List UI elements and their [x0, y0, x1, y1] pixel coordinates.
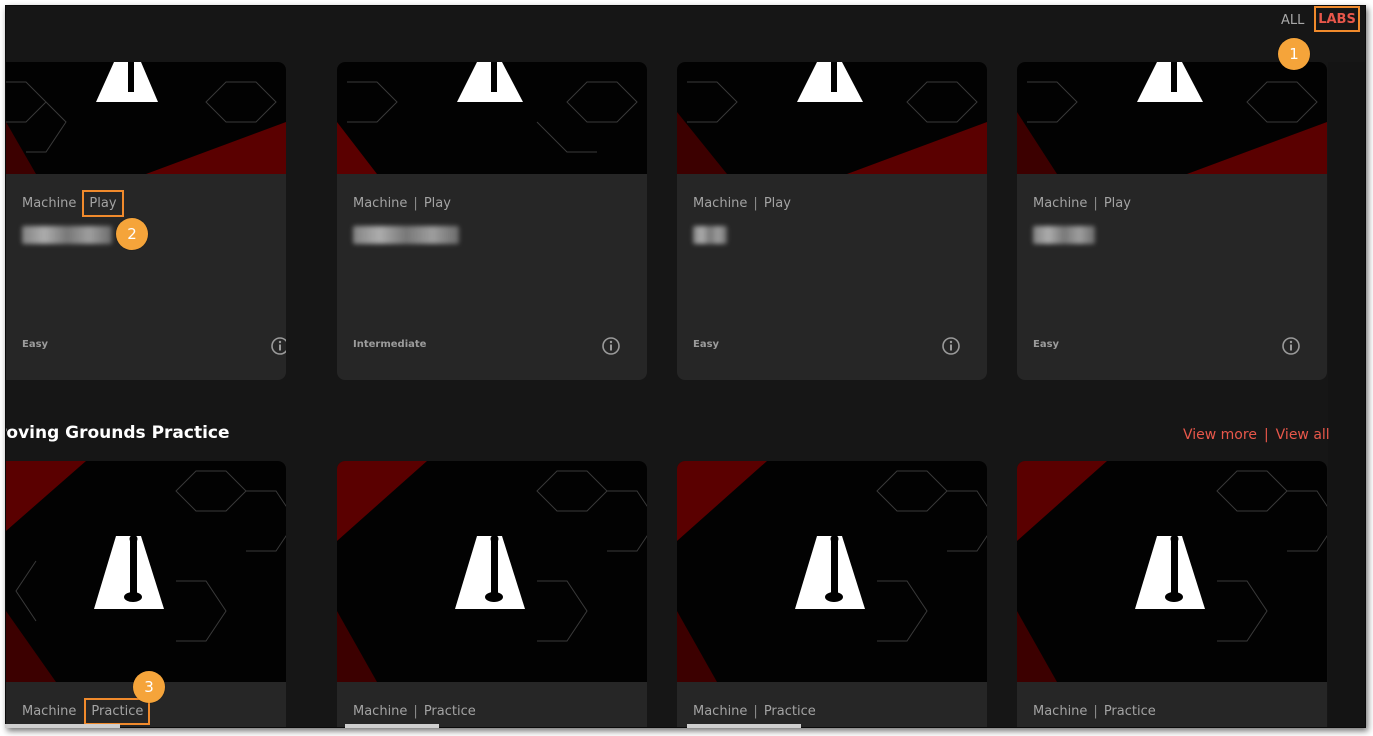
- card-type[interactable]: Practice: [91, 704, 143, 719]
- card-meta: Machine | Play: [353, 196, 451, 211]
- card-meta: Machine | Play: [1033, 196, 1131, 211]
- difficulty-label: Easy: [1033, 339, 1060, 350]
- right-gutter: [1328, 62, 1365, 727]
- nav-labs-link[interactable]: LABS: [1314, 6, 1360, 32]
- card-type[interactable]: Practice: [1104, 704, 1156, 719]
- card-thumbnail: [677, 461, 987, 682]
- card-thumbnail: [6, 461, 286, 682]
- card-thumbnail: [337, 62, 647, 174]
- flask-figure-icon: [457, 62, 523, 102]
- info-icon[interactable]: [941, 336, 961, 356]
- callout-badge: 3: [133, 671, 165, 703]
- practice-card[interactable]: Machine | Practice: [337, 461, 647, 727]
- callout-badge: 2: [116, 218, 148, 250]
- nav-all-link[interactable]: ALL: [1281, 11, 1304, 31]
- card-category: Machine: [693, 704, 748, 719]
- card-type[interactable]: Play: [764, 196, 791, 211]
- info-icon[interactable]: [1281, 336, 1301, 356]
- info-icon[interactable]: [270, 336, 286, 356]
- info-icon[interactable]: [601, 336, 621, 356]
- card-type[interactable]: Play: [1104, 196, 1131, 211]
- card-category: Machine: [693, 196, 748, 211]
- card-category: Machine: [353, 196, 408, 211]
- lab-card[interactable]: Machine | Play Intermediate: [337, 62, 647, 380]
- card-meta: Machine | Practice: [693, 704, 816, 719]
- lab-thumbnail-art: [337, 461, 647, 682]
- flask-figure-icon: [96, 62, 158, 102]
- section-title: roving Grounds Practice: [5, 423, 230, 443]
- practice-card[interactable]: Machine | Practice: [677, 461, 987, 727]
- redacted-title: [693, 226, 727, 244]
- scroll-indicator: [345, 724, 439, 728]
- card-thumbnail: [337, 461, 647, 682]
- difficulty-label: Easy: [22, 339, 49, 350]
- view-more-link[interactable]: View more: [1183, 427, 1257, 443]
- lab-thumbnail-art: [6, 62, 286, 174]
- flask-figure-icon: [797, 62, 863, 102]
- card-thumbnail: [1017, 461, 1327, 682]
- difficulty-label: Easy: [693, 339, 720, 350]
- top-bar: ALL LABS: [6, 6, 1365, 62]
- callout-badge: 1: [1278, 38, 1310, 70]
- card-type[interactable]: Practice: [424, 704, 476, 719]
- card-category: Machine: [22, 196, 77, 211]
- lab-thumbnail-art: [677, 62, 987, 174]
- card-category: Machine: [1033, 196, 1088, 211]
- card-type-highlight: Practice: [84, 698, 151, 725]
- card-thumbnail: [677, 62, 987, 174]
- card-thumbnail: [1017, 62, 1327, 174]
- lab-thumbnail-art: [1017, 461, 1327, 682]
- card-category: Machine: [353, 704, 408, 719]
- lab-thumbnail-art: [337, 62, 638, 174]
- card-type-highlight: Play: [82, 190, 124, 217]
- difficulty-label: Intermediate: [353, 339, 427, 350]
- lab-card[interactable]: Machine Play Easy: [6, 62, 286, 380]
- card-type[interactable]: Practice: [764, 704, 816, 719]
- scroll-indicator: [687, 724, 801, 728]
- lab-thumbnail-art: [6, 461, 286, 682]
- card-meta: Machine | Practice: [1033, 704, 1156, 719]
- view-all-link[interactable]: View all: [1276, 427, 1330, 443]
- redacted-title: [1033, 226, 1095, 244]
- practice-card[interactable]: Machine | Practice: [1017, 461, 1327, 727]
- card-thumbnail: [6, 62, 286, 174]
- lab-thumbnail-art: [677, 461, 987, 682]
- lab-thumbnail-art: [1017, 62, 1327, 174]
- card-meta: Machine | Practice: [353, 704, 476, 719]
- flask-figure-icon: [1137, 62, 1203, 102]
- redacted-title: [353, 226, 459, 244]
- card-type[interactable]: Play: [89, 196, 116, 211]
- card-category: Machine: [1033, 704, 1088, 719]
- card-meta: Machine Play: [22, 190, 124, 217]
- card-type[interactable]: Play: [424, 196, 451, 211]
- redacted-title: [22, 226, 112, 244]
- lab-card[interactable]: Machine | Play Easy: [1017, 62, 1327, 380]
- card-meta: Machine Practice: [22, 698, 151, 725]
- app-window: ALL LABS Machine Play Easy Machine | Pla…: [5, 5, 1366, 728]
- scroll-indicator: [5, 724, 120, 728]
- card-meta: Machine | Play: [693, 196, 791, 211]
- section-links: View more | View all: [1183, 427, 1330, 443]
- lab-card[interactable]: Machine | Play Easy: [677, 62, 987, 380]
- card-category: Machine: [22, 704, 77, 719]
